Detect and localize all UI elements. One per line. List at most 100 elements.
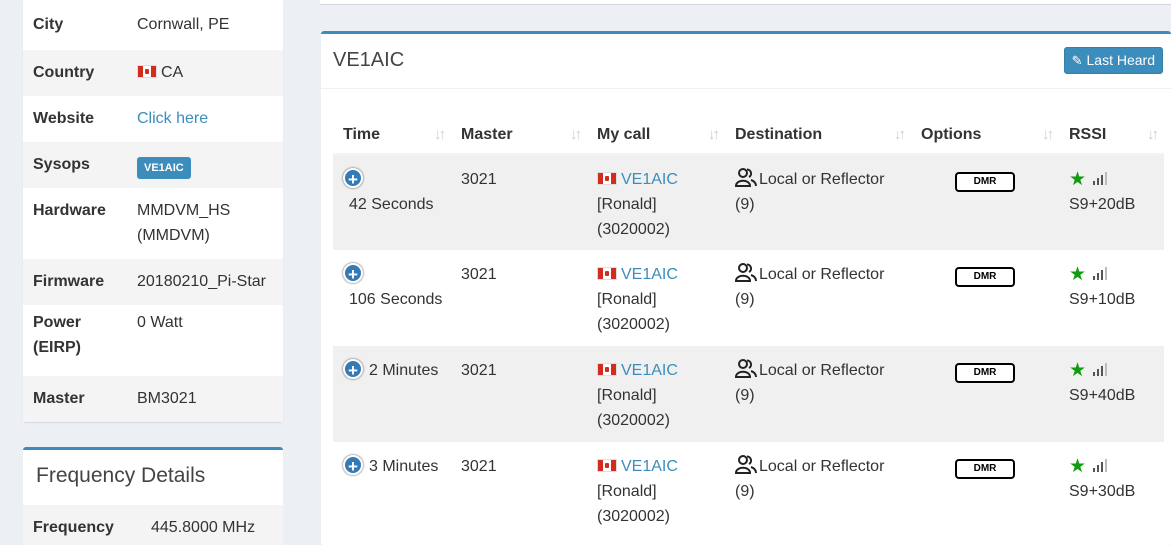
- operator-id: (3020002): [597, 221, 670, 238]
- last-heard-title: VE1AIC: [333, 49, 405, 71]
- master-cell: 3021: [451, 346, 587, 442]
- info-row-power: Power (EIRP) 0 Watt: [23, 305, 283, 376]
- rssi-cell: ★ S9+40dB: [1059, 346, 1164, 442]
- edit-icon: ✎: [1071, 53, 1083, 68]
- frequency-row: Frequency 445.8000 MHz: [23, 505, 283, 545]
- master-cell: 3021: [451, 250, 587, 346]
- sysop-badge[interactable]: VE1AIC: [137, 157, 191, 179]
- my-call-cell: VE1AIC [Ronald] (3020002): [587, 442, 725, 538]
- last-heard-header: VE1AIC ✎ Last Heard: [321, 34, 1171, 89]
- column-header-options[interactable]: Options ↓↑: [911, 116, 1059, 155]
- info-label: Sysops: [33, 156, 90, 173]
- column-label: Time: [343, 125, 381, 143]
- rssi-value: S9+40dB: [1069, 387, 1136, 404]
- group-icon: [735, 168, 757, 187]
- master-cell: 3021: [451, 442, 587, 538]
- destination-count: (9): [735, 196, 755, 213]
- callsign-link[interactable]: VE1AIC: [621, 266, 678, 283]
- sort-icon[interactable]: ↓↑: [1042, 126, 1054, 143]
- table-row: +3 Minutes 3021 VE1AIC [Ronald] (3020002…: [333, 442, 1164, 538]
- info-value: BM3021: [137, 390, 197, 407]
- operator-id: (3020002): [597, 316, 670, 333]
- info-value: Cornwall, PE: [137, 16, 230, 33]
- column-header-master[interactable]: Master ↓↑: [451, 116, 587, 155]
- info-label: Firmware: [33, 273, 105, 290]
- dmr-badge: DMR: [955, 267, 1015, 287]
- destination-name: Local or Reflector: [759, 458, 885, 475]
- callsign-link[interactable]: VE1AIC: [621, 362, 678, 379]
- options-cell: DMR: [911, 154, 1059, 250]
- plus-circle-icon[interactable]: +: [343, 455, 363, 476]
- callsign-link[interactable]: VE1AIC: [621, 171, 678, 188]
- frequency-details-box: Frequency Details Frequency 445.8000 MHz: [23, 447, 283, 545]
- star-icon[interactable]: ★: [1069, 360, 1086, 381]
- column-label: Options: [921, 125, 982, 143]
- signal-bars-icon: [1093, 172, 1108, 185]
- sort-icon[interactable]: ↓↑: [894, 126, 906, 143]
- canada-flag-icon: [597, 172, 617, 185]
- info-value: 20180210_Pi-Star: [137, 273, 266, 290]
- info-value: 0 Watt: [137, 314, 183, 331]
- info-row-city: City Cornwall, PE: [23, 0, 283, 50]
- my-call-cell: VE1AIC [Ronald] (3020002): [587, 154, 725, 250]
- sort-icon[interactable]: ↓↑: [570, 126, 582, 143]
- info-label: Website: [33, 110, 95, 127]
- canada-flag-icon: [597, 267, 617, 280]
- operator-name: [Ronald]: [597, 291, 657, 308]
- plus-circle-icon[interactable]: +: [343, 168, 363, 189]
- group-icon: [735, 359, 757, 378]
- star-icon[interactable]: ★: [1069, 169, 1086, 190]
- last-heard-button[interactable]: ✎ Last Heard: [1063, 47, 1163, 74]
- star-icon[interactable]: ★: [1069, 264, 1086, 285]
- options-cell: DMR: [911, 442, 1059, 538]
- website-link[interactable]: Click here: [137, 110, 208, 127]
- my-call-cell: VE1AIC [Ronald] (3020002): [587, 250, 725, 346]
- info-label: Country: [33, 64, 95, 81]
- info-label: Master: [33, 390, 85, 407]
- operator-id: (3020002): [597, 412, 670, 429]
- rssi-cell: ★ S9+30dB: [1059, 442, 1164, 538]
- plus-circle-icon[interactable]: +: [343, 263, 363, 284]
- operator-name: [Ronald]: [597, 483, 657, 500]
- info-value: MMDVM_HS (MMDVM): [137, 202, 231, 244]
- canada-flag-icon: [597, 459, 617, 472]
- table-row: +2 Minutes 3021 VE1AIC [Ronald] (3020002…: [333, 346, 1164, 442]
- info-label: Hardware: [33, 202, 106, 219]
- signal-bars-icon: [1093, 267, 1108, 280]
- star-icon[interactable]: ★: [1069, 456, 1086, 477]
- destination-count: (9): [735, 387, 755, 404]
- dmr-badge: DMR: [955, 172, 1015, 192]
- column-header-destination[interactable]: Destination ↓↑: [725, 116, 911, 155]
- last-heard-table: Time ↓↑ Master ↓↑ My call ↓↑ Destination ↓↑ …: [333, 116, 1164, 538]
- column-header-time[interactable]: Time ↓↑: [333, 116, 451, 155]
- plus-circle-icon[interactable]: +: [343, 359, 363, 380]
- sort-icon[interactable]: ↓↑: [1147, 126, 1159, 143]
- rssi-value: S9+20dB: [1069, 196, 1136, 213]
- last-heard-box: VE1AIC ✎ Last Heard Time ↓↑ Master ↓↑ My ca…: [321, 31, 1171, 545]
- destination-cell: Local or Reflector (9): [725, 346, 911, 442]
- callsign-link[interactable]: VE1AIC: [621, 458, 678, 475]
- time-text: 106 Seconds: [349, 291, 443, 308]
- column-label: RSSI: [1069, 125, 1107, 143]
- sort-icon[interactable]: ↓↑: [708, 126, 720, 143]
- signal-bars-icon: [1093, 459, 1108, 472]
- sort-icon[interactable]: ↓↑: [434, 126, 446, 143]
- station-info-panel: City Cornwall, PE Country CA Website Cli…: [23, 0, 283, 422]
- info-label: City: [33, 16, 64, 33]
- info-value: CA: [161, 64, 184, 81]
- operator-id: (3020002): [597, 508, 670, 525]
- frequency-value: 445.8000 MHz: [151, 519, 256, 536]
- rssi-value: S9+10dB: [1069, 291, 1136, 308]
- column-label: Destination: [735, 125, 823, 143]
- frequency-label: Frequency: [33, 519, 114, 536]
- time-cell: +3 Minutes: [333, 442, 451, 538]
- column-header-rssi[interactable]: RSSI ↓↑: [1059, 116, 1164, 155]
- column-header-my-call[interactable]: My call ↓↑: [587, 116, 725, 155]
- last-heard-body: +42 Seconds 3021 VE1AIC [Ronald] (302000…: [333, 154, 1164, 538]
- canada-flag-icon: [597, 363, 617, 376]
- destination-name: Local or Reflector: [759, 171, 885, 188]
- table-row: +42 Seconds 3021 VE1AIC [Ronald] (302000…: [333, 154, 1164, 250]
- my-call-cell: VE1AIC [Ronald] (3020002): [587, 346, 725, 442]
- top-border: [320, 0, 1171, 5]
- column-label: Master: [461, 125, 513, 143]
